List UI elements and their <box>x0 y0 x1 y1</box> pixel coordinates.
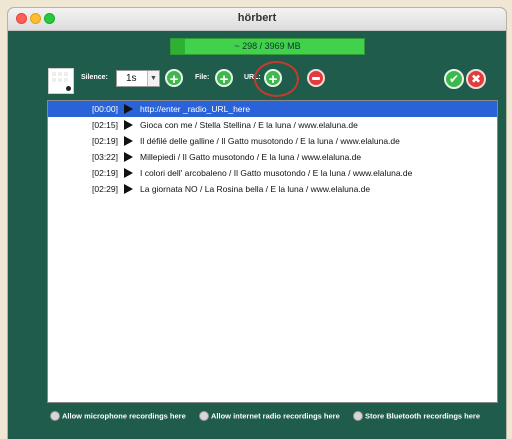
track-row[interactable]: [02:19] Il défilé delle galline / Il Gatt… <box>48 133 497 149</box>
track-name: Il défilé delle galline / Il Gatto musot… <box>140 136 400 146</box>
play-icon[interactable] <box>124 152 133 162</box>
remove-track-button[interactable] <box>307 69 325 87</box>
toggle-icon[interactable] <box>353 411 363 422</box>
track-name: http://enter _radio_URL_here <box>140 104 251 114</box>
url-highlight-circle <box>254 61 299 97</box>
playlist-marker-icon <box>66 86 71 91</box>
track-row[interactable]: [02:15] Gioca con me / Stella Stellina / … <box>48 117 497 133</box>
track-row[interactable]: [03:22] Millepiedi / Il Gatto musotondo /… <box>48 149 497 165</box>
bluetooth-option-label: Store Bluetooth recordings here <box>365 411 481 421</box>
play-icon[interactable] <box>124 120 133 130</box>
cancel-button[interactable]: ✖ <box>466 69 486 89</box>
confirm-button[interactable]: ✔ <box>444 69 464 89</box>
chevron-down-icon[interactable]: ▼ <box>147 71 159 86</box>
silence-select[interactable]: 1s ▼ <box>116 70 160 87</box>
track-time: [02:29] <box>92 184 118 194</box>
track-name: Gioca con me / Stella Stellina / E la lu… <box>140 120 358 130</box>
track-list[interactable]: [00:00] http://enter _radio_URL_here [02:1… <box>47 100 498 403</box>
toggle-icon[interactable] <box>199 411 209 422</box>
track-time: [00:00] <box>92 104 118 114</box>
silence-label: Silence: <box>81 74 108 81</box>
silence-value: 1s <box>126 73 137 84</box>
add-silence-button[interactable]: + <box>165 69 183 88</box>
storage-label: ~ 298 / 3969 MB <box>234 41 301 51</box>
track-time: [02:19] <box>92 168 118 178</box>
file-label: File: <box>195 74 210 81</box>
play-icon[interactable] <box>124 104 133 114</box>
playlist-icon[interactable] <box>48 68 74 94</box>
add-file-button[interactable]: + <box>215 69 233 88</box>
track-name: I colori dell' arcobaleno / Il Gatto mus… <box>140 168 413 178</box>
track-time: [02:19] <box>92 136 118 146</box>
track-time: [03:22] <box>92 152 118 162</box>
play-icon[interactable] <box>124 184 133 194</box>
storage-progress-bar: ~ 298 / 3969 MB <box>170 38 365 55</box>
title-bar: hörbert <box>8 8 506 31</box>
track-row[interactable]: [02:19] I colori dell' arcobaleno / Il Ga… <box>48 165 497 181</box>
app-window: hörbert ~ 298 / 3969 MB Silence: 1s ▼ + … <box>8 8 506 439</box>
track-time: [02:15] <box>92 120 118 130</box>
track-row[interactable]: [00:00] http://enter _radio_URL_here <box>48 101 497 117</box>
internet-radio-option-label: Allow internet radio recordings here <box>211 411 340 421</box>
microphone-option-label: Allow microphone recordings here <box>62 411 186 421</box>
bluetooth-option[interactable]: Store Bluetooth recordings here <box>353 411 481 422</box>
window-title: hörbert <box>237 12 277 24</box>
track-name: Millepiedi / Il Gatto musotondo / E la l… <box>140 152 362 162</box>
play-icon[interactable] <box>124 168 133 178</box>
track-name: La giornata NO / La Rosina bella / E la … <box>140 184 371 194</box>
recording-options-bar: Allow microphone recordings here Allow i… <box>8 404 506 439</box>
track-row[interactable]: [02:29] La giornata NO / La Rosina bella … <box>48 181 497 197</box>
toggle-icon[interactable] <box>50 411 60 422</box>
microphone-option[interactable]: Allow microphone recordings here <box>50 411 186 422</box>
play-icon[interactable] <box>124 136 133 146</box>
internet-radio-option[interactable]: Allow internet radio recordings here <box>199 411 340 422</box>
